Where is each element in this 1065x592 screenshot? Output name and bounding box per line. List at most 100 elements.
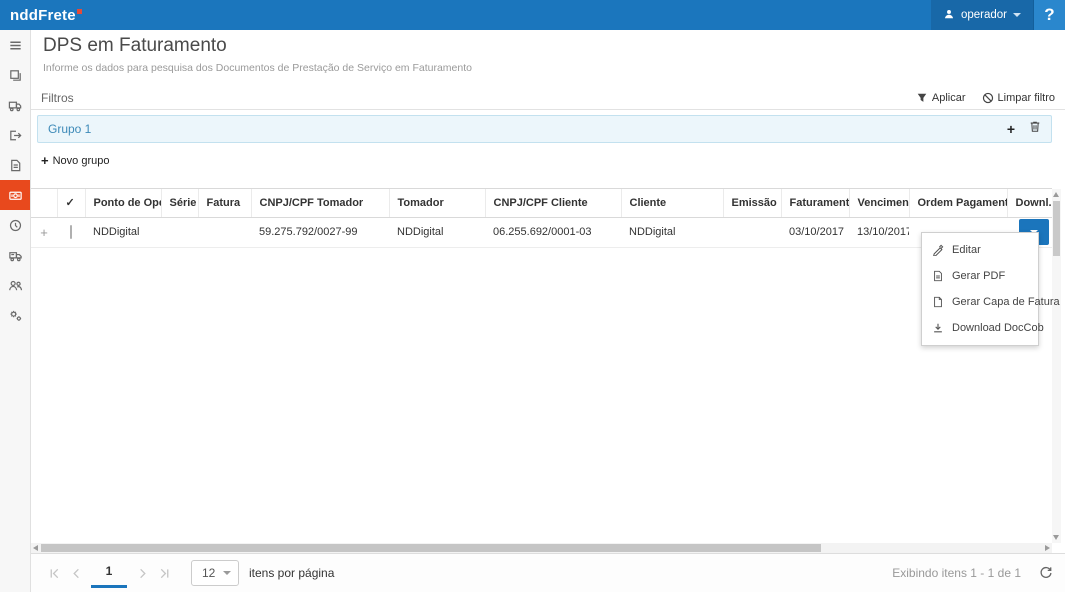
sidebar-item-reports[interactable] — [0, 150, 30, 180]
cell-ponto-operacao: NDDigital — [85, 217, 161, 247]
items-per-page-label: itens por página — [249, 566, 334, 580]
header-cliente[interactable]: Cliente — [621, 189, 723, 217]
pager-status: Exibindo itens 1 - 1 de 1 — [892, 566, 1021, 580]
apply-filter-label: Aplicar — [932, 92, 966, 104]
vertical-scrollbar[interactable] — [1052, 189, 1061, 543]
users-icon — [8, 278, 23, 293]
menu-item-label: Download DocCob — [952, 322, 1044, 334]
menu-icon — [8, 38, 23, 53]
group-name: Grupo 1 — [48, 122, 91, 136]
brand-logo[interactable]: nddFrete — [10, 7, 82, 24]
header-serie[interactable]: Série — [161, 189, 198, 217]
topbar: nddFrete operador ? — [0, 0, 1065, 30]
cell-cnpj-cliente: 06.255.692/0001-03 — [485, 217, 621, 247]
cell-vencimento: 13/10/2017 — [849, 217, 909, 247]
menu-item-gerar-pdf[interactable]: Gerar PDF — [922, 263, 1038, 289]
header-cnpj-cliente[interactable]: CNPJ/CPF Cliente — [485, 189, 621, 217]
user-icon — [943, 8, 955, 23]
user-menu-button[interactable]: operador — [931, 0, 1033, 30]
cell-cnpj-tomador: 59.275.792/0027-99 — [251, 217, 389, 247]
results-grid: ✓ Ponto de Ope... Série Fatura CNPJ/CPF … — [31, 188, 1052, 543]
prev-page-button[interactable] — [65, 559, 87, 587]
file-pdf-icon — [932, 270, 944, 282]
cell-serie — [161, 217, 198, 247]
download-icon — [932, 322, 944, 334]
filter-group-panel[interactable]: Grupo 1 + — [37, 115, 1052, 143]
cell-cliente: NDDigital — [621, 217, 723, 247]
row-expander[interactable]: + — [31, 217, 57, 247]
horizontal-scroll-thumb[interactable] — [41, 544, 821, 552]
table-row: + NDDigital 59.275.792/0027-99 NDDigital… — [31, 217, 1052, 247]
last-page-button[interactable] — [153, 559, 175, 587]
header-ordem-pagamento[interactable]: Ordem Pagamento — [909, 189, 1007, 217]
chevron-down-icon — [223, 571, 231, 575]
main-content: DPS em Faturamento Informe os dados para… — [31, 30, 1065, 592]
menu-item-download-doccob[interactable]: Download DocCob — [922, 315, 1038, 341]
chevron-down-icon — [1013, 13, 1021, 17]
fleet-icon — [8, 248, 23, 263]
sidebar-item-documents[interactable] — [0, 60, 30, 90]
refresh-button[interactable] — [1039, 566, 1053, 580]
sidebar-item-billing[interactable] — [0, 180, 30, 210]
sidebar-item-menu[interactable] — [0, 30, 30, 60]
first-page-button[interactable] — [43, 559, 65, 587]
header-fatura[interactable]: Fatura — [198, 189, 251, 217]
menu-item-editar[interactable]: Editar — [922, 237, 1038, 263]
page-header: DPS em Faturamento Informe os dados para… — [43, 35, 472, 74]
menu-item-label: Gerar Capa de Fatura — [952, 296, 1060, 308]
trash-icon — [1029, 120, 1041, 133]
first-page-icon — [48, 567, 61, 580]
slash-circle-icon — [982, 92, 994, 104]
header-download[interactable]: Downl... — [1007, 189, 1052, 217]
sidebar-item-export[interactable] — [0, 120, 30, 150]
copy-icon — [8, 68, 23, 83]
current-page-button[interactable]: 1 — [91, 558, 127, 588]
row-checkbox-cell — [57, 217, 85, 247]
apply-filter-button[interactable]: Aplicar — [916, 92, 966, 104]
edit-icon — [932, 244, 944, 256]
menu-item-gerar-capa[interactable]: Gerar Capa de Fatura — [922, 289, 1038, 315]
page-subtitle: Informe os dados para pesquisa dos Docum… — [43, 62, 472, 74]
sidebar-item-fleet[interactable] — [0, 240, 30, 270]
help-button[interactable]: ? — [1033, 0, 1065, 30]
file-cover-icon — [932, 296, 944, 308]
delete-group-button[interactable] — [1029, 120, 1041, 138]
cell-fatura — [198, 217, 251, 247]
scroll-right-arrow-icon[interactable] — [1045, 545, 1050, 551]
page-size-value: 12 — [202, 566, 215, 580]
header-cnpj-tomador[interactable]: CNPJ/CPF Tomador — [251, 189, 389, 217]
next-page-button[interactable] — [131, 559, 153, 587]
results-table: ✓ Ponto de Ope... Série Fatura CNPJ/CPF … — [31, 189, 1052, 248]
vertical-scroll-thumb[interactable] — [1053, 201, 1060, 256]
next-page-icon — [136, 567, 149, 580]
pager: 1 12 itens por página Exibindo itens 1 -… — [31, 553, 1065, 592]
page-size-select[interactable]: 12 — [191, 560, 239, 586]
truck-icon — [8, 98, 23, 113]
header-ponto-operacao[interactable]: Ponto de Ope... — [85, 189, 161, 217]
prev-page-icon — [70, 567, 83, 580]
header-faturamento[interactable]: Faturamento — [781, 189, 849, 217]
user-label: operador — [961, 9, 1007, 21]
sidebar-item-settings[interactable] — [0, 300, 30, 330]
scroll-left-arrow-icon[interactable] — [33, 545, 38, 551]
clear-filter-button[interactable]: Limpar filtro — [982, 92, 1055, 104]
sidebar-item-finance[interactable] — [0, 210, 30, 240]
billing-icon — [8, 188, 23, 203]
add-filter-button[interactable]: + — [1007, 122, 1015, 136]
new-group-label: Novo grupo — [53, 155, 110, 167]
header-vencimento[interactable]: Vencimento — [849, 189, 909, 217]
header-tomador[interactable]: Tomador — [389, 189, 485, 217]
funnel-icon — [916, 92, 928, 104]
header-select-all[interactable]: ✓ — [57, 189, 85, 217]
header-emissao[interactable]: Emissão — [723, 189, 781, 217]
document-icon — [8, 158, 23, 173]
scroll-down-arrow-icon[interactable] — [1053, 535, 1059, 540]
topbar-right: operador ? — [931, 0, 1065, 30]
sidebar-item-users[interactable] — [0, 270, 30, 300]
horizontal-scrollbar[interactable] — [31, 543, 1052, 553]
brand-mark — [77, 9, 82, 14]
sidebar-item-shipping[interactable] — [0, 90, 30, 120]
new-group-button[interactable]: + Novo grupo — [41, 153, 109, 168]
row-checkbox[interactable] — [70, 225, 72, 239]
scroll-up-arrow-icon[interactable] — [1053, 192, 1059, 197]
